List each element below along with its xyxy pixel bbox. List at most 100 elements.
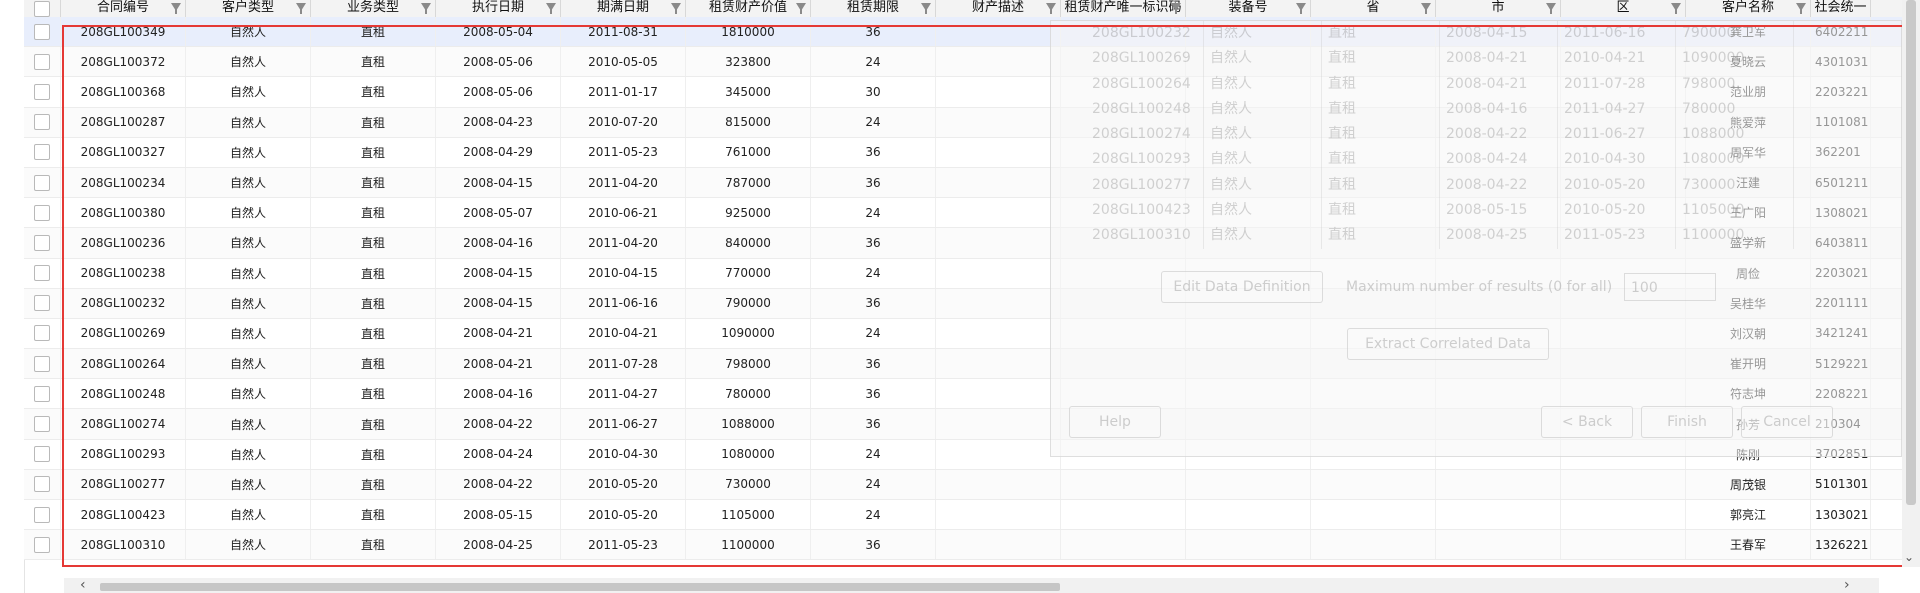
table-cell[interactable]: 24	[811, 47, 936, 77]
table-cell[interactable]: 直租	[311, 137, 436, 167]
table-cell[interactable]: 周茂银	[1686, 469, 1811, 499]
filter-icon[interactable]	[1421, 3, 1431, 14]
table-cell[interactable]: 2008-05-06	[436, 47, 561, 77]
row-checkbox[interactable]	[34, 114, 50, 131]
table-cell[interactable]	[936, 228, 1061, 258]
table-cell[interactable]: 直租	[311, 318, 436, 349]
table-cell[interactable]: 直租	[311, 530, 436, 560]
table-cell[interactable]: 自然人	[186, 439, 311, 469]
filter-icon[interactable]	[296, 3, 306, 14]
table-cell[interactable]: 2010-07-20	[561, 107, 686, 137]
table-cell[interactable]	[1186, 469, 1311, 499]
table-cell[interactable]: 208GL100423	[61, 500, 186, 530]
table-cell[interactable]: 208GL100248	[61, 379, 186, 409]
column-header[interactable]: 租赁期限	[811, 0, 936, 17]
table-cell[interactable]	[1061, 530, 1186, 560]
column-header[interactable]: 区	[1561, 0, 1686, 17]
table-cell[interactable]: 直租	[311, 379, 436, 409]
table-cell[interactable]: 761000	[686, 137, 811, 167]
table-cell[interactable]: 5101301	[1811, 469, 1871, 499]
row-checkbox-cell[interactable]	[24, 530, 61, 560]
vertical-scroll-thumb[interactable]	[1906, 0, 1916, 505]
table-cell[interactable]: 2008-04-22	[436, 469, 561, 499]
filter-icon[interactable]	[921, 3, 931, 14]
row-checkbox[interactable]	[34, 385, 50, 402]
table-cell[interactable]	[1311, 530, 1436, 560]
table-cell[interactable]: 2008-04-15	[436, 258, 561, 288]
table-cell[interactable]: 自然人	[186, 349, 311, 379]
table-cell[interactable]	[1061, 500, 1186, 530]
table-cell[interactable]: 36	[811, 349, 936, 379]
filter-icon[interactable]	[421, 3, 431, 14]
table-cell[interactable]: 直租	[311, 500, 436, 530]
row-checkbox[interactable]	[34, 234, 50, 251]
select-all-checkbox[interactable]	[34, 1, 50, 17]
column-header[interactable]: 期满日期	[561, 0, 686, 17]
table-cell[interactable]: 自然人	[186, 258, 311, 288]
column-header[interactable]: 社会统一	[1811, 0, 1871, 17]
table-cell[interactable]: 208GL100277	[61, 469, 186, 499]
table-cell[interactable]: 自然人	[186, 288, 311, 318]
filter-icon[interactable]	[171, 3, 181, 14]
table-cell[interactable]: 24	[811, 107, 936, 137]
row-checkbox-cell[interactable]	[24, 77, 61, 107]
table-cell[interactable]: 直租	[311, 228, 436, 258]
table-cell[interactable]	[1186, 530, 1311, 560]
table-cell[interactable]: 840000	[686, 228, 811, 258]
column-header[interactable]: 市	[1436, 0, 1561, 17]
table-cell[interactable]: 2011-06-16	[561, 288, 686, 318]
table-row[interactable]: 208GL100277 自然人 直租 2008-04-22 2010-05-20 7300…	[24, 469, 1902, 500]
table-cell[interactable]: 直租	[311, 469, 436, 499]
table-cell[interactable]: 787000	[686, 167, 811, 198]
table-cell[interactable]: 2008-04-16	[436, 228, 561, 258]
filter-icon[interactable]	[671, 3, 681, 14]
table-cell[interactable]: 自然人	[186, 318, 311, 349]
table-row[interactable]: 208GL100310 自然人 直租 2008-04-25 2011-05-23 1100…	[24, 530, 1902, 561]
row-checkbox-cell[interactable]	[24, 107, 61, 137]
table-cell[interactable]: 自然人	[186, 500, 311, 530]
table-cell[interactable]: 2008-05-15	[436, 500, 561, 530]
table-cell[interactable]: 2011-04-20	[561, 228, 686, 258]
table-cell[interactable]: 208GL100293	[61, 439, 186, 469]
table-cell[interactable]	[936, 530, 1061, 560]
table-cell[interactable]: 1100000	[686, 530, 811, 560]
table-cell[interactable]: 直租	[311, 107, 436, 137]
row-checkbox-cell[interactable]	[24, 228, 61, 258]
table-cell[interactable]: 直租	[311, 17, 436, 47]
table-cell[interactable]	[1561, 469, 1686, 499]
table-cell[interactable]: 1810000	[686, 17, 811, 47]
row-checkbox[interactable]	[34, 265, 50, 282]
table-cell[interactable]: 2011-07-28	[561, 349, 686, 379]
table-cell[interactable]	[936, 47, 1061, 77]
table-cell[interactable]: 1088000	[686, 409, 811, 439]
table-cell[interactable]: 2008-04-21	[436, 318, 561, 349]
table-cell[interactable]: 直租	[311, 258, 436, 288]
row-checkbox[interactable]	[34, 83, 50, 100]
table-cell[interactable]: 323800	[686, 47, 811, 77]
table-cell[interactable]: 36	[811, 17, 936, 47]
row-checkbox-cell[interactable]	[24, 47, 61, 77]
table-cell[interactable]: 208GL100368	[61, 77, 186, 107]
table-cell[interactable]: 自然人	[186, 379, 311, 409]
table-cell[interactable]: 直租	[311, 198, 436, 228]
table-cell[interactable]	[936, 379, 1061, 409]
table-cell[interactable]	[1561, 500, 1686, 530]
table-cell[interactable]	[936, 500, 1061, 530]
row-checkbox-cell[interactable]	[24, 409, 61, 439]
table-cell[interactable]	[1436, 530, 1561, 560]
table-cell[interactable]	[1311, 500, 1436, 530]
table-cell[interactable]: 208GL100232	[61, 288, 186, 318]
table-cell[interactable]	[936, 288, 1061, 318]
table-cell[interactable]	[936, 198, 1061, 228]
column-header[interactable]: 执行日期	[436, 0, 561, 17]
row-checkbox[interactable]	[34, 23, 50, 40]
table-cell[interactable]: 208GL100287	[61, 107, 186, 137]
table-cell[interactable]: 自然人	[186, 47, 311, 77]
table-cell[interactable]: 2010-05-20	[561, 500, 686, 530]
table-cell[interactable]: 24	[811, 258, 936, 288]
table-cell[interactable]	[936, 469, 1061, 499]
table-cell[interactable]: 直租	[311, 47, 436, 77]
table-cell[interactable]: 36	[811, 379, 936, 409]
table-cell[interactable]: 36	[811, 137, 936, 167]
row-checkbox-cell[interactable]	[24, 500, 61, 530]
